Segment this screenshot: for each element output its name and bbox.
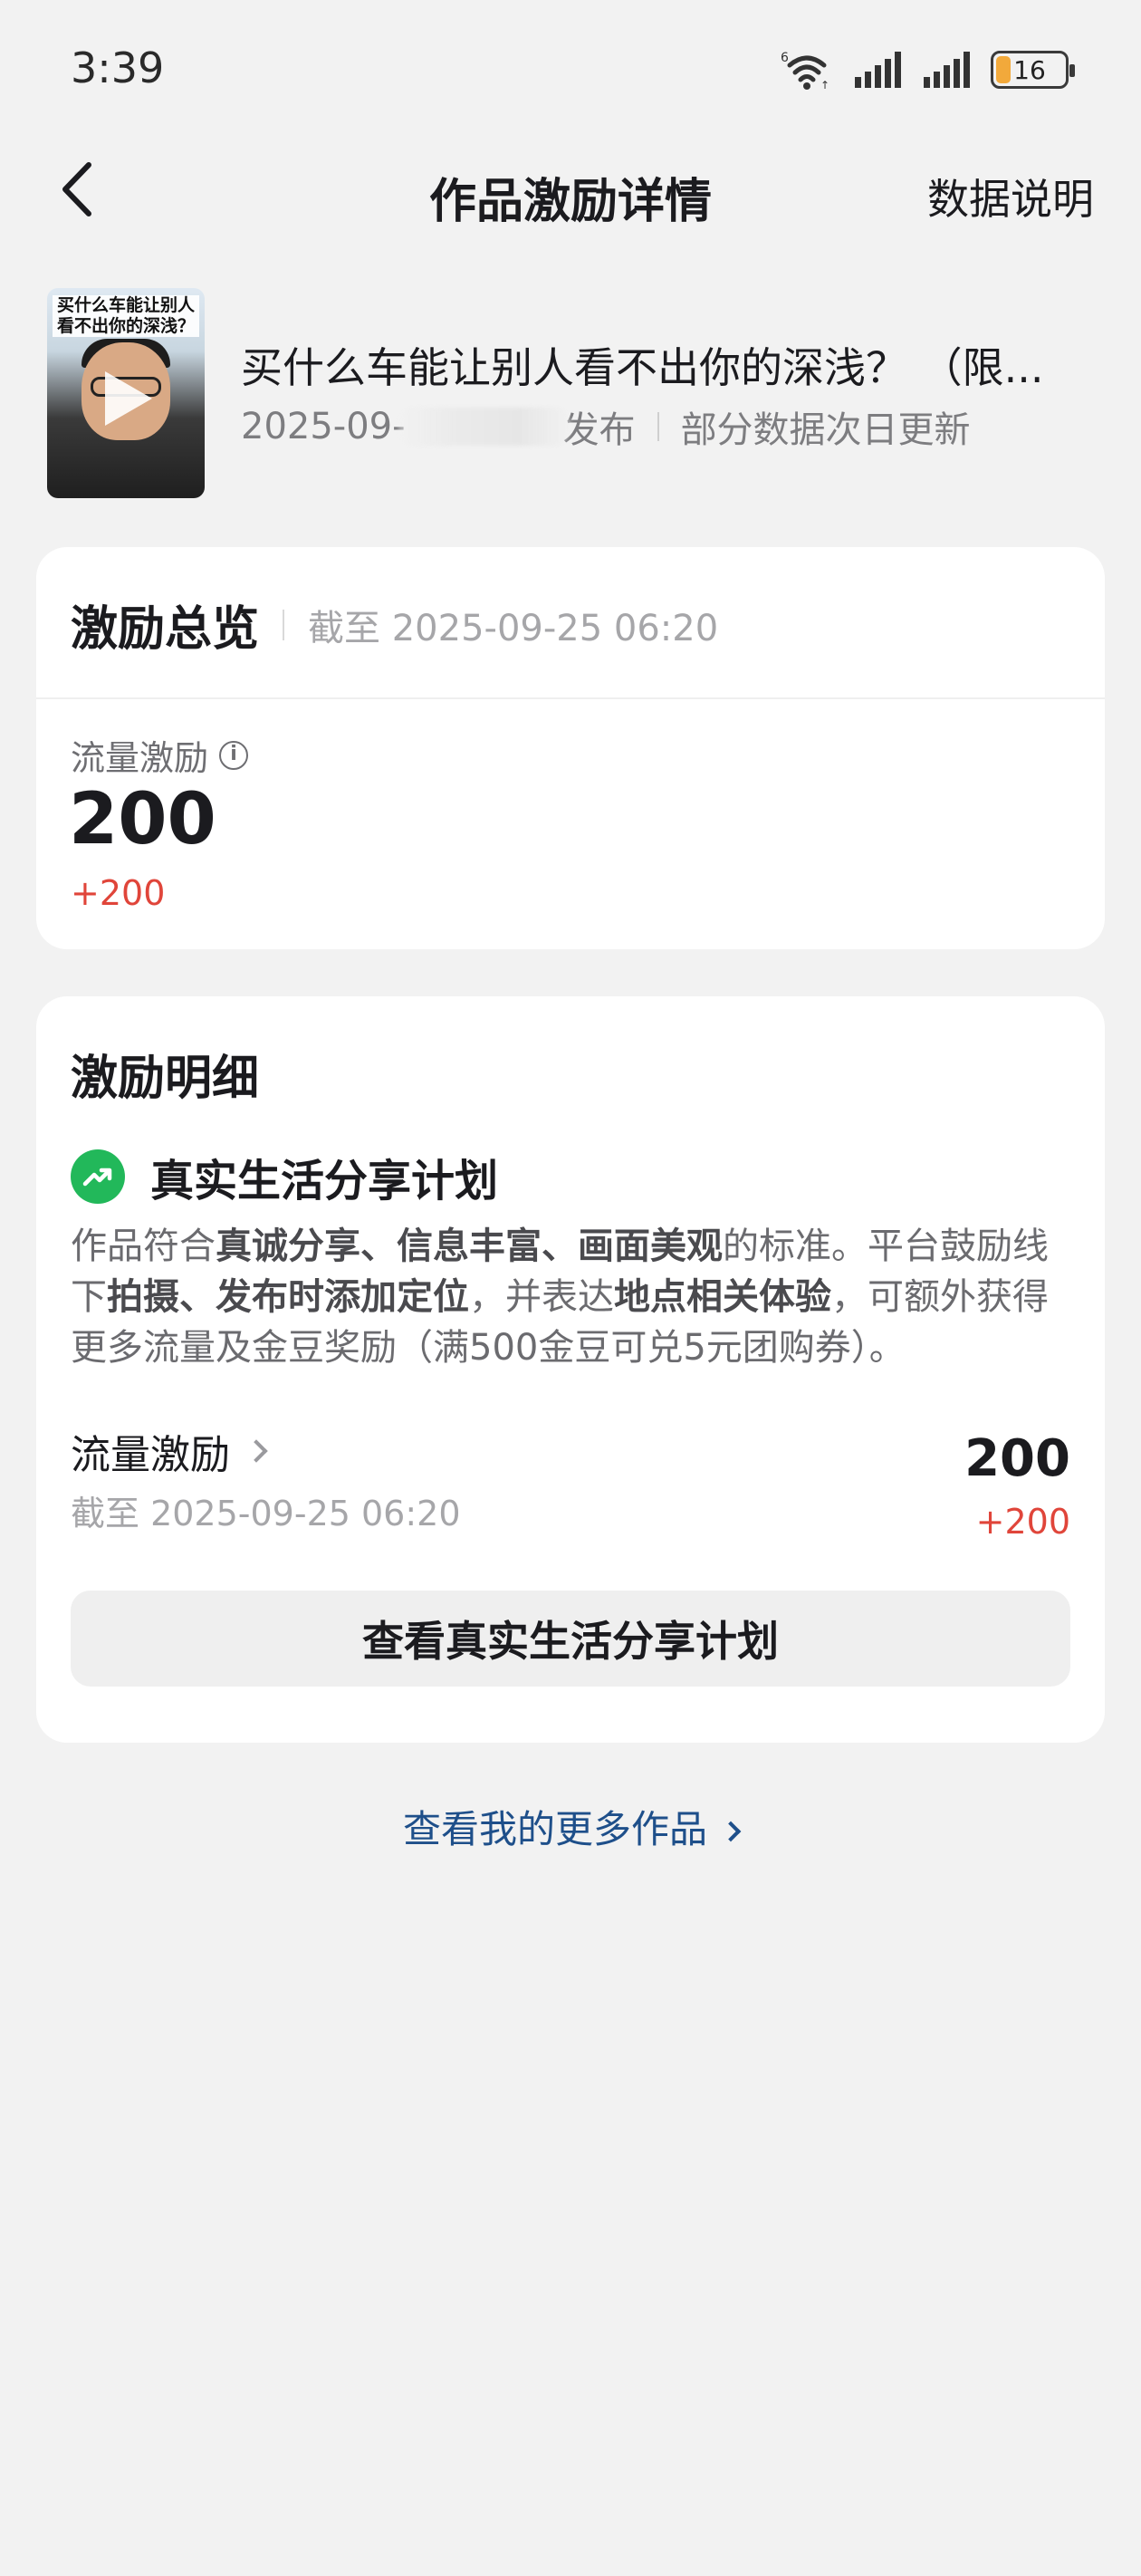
incentive-detail-card: 激励明细 真实生活分享计划 作品符合真诚分享、信息丰富、画面美观的标准。平台鼓励… (36, 996, 1105, 1743)
data-explanation-link[interactable]: 数据说明 (927, 167, 1094, 226)
work-header: 买什么车能让别人 看不出你的深浅？ 买什么车能让别人看不出你的深浅？ （限...… (47, 288, 1101, 500)
work-title[interactable]: 买什么车能让别人看不出你的深浅？ （限... (241, 335, 1101, 395)
traffic-incentive-delta: +200 (71, 873, 166, 913)
update-note: 部分数据次日更新 (680, 409, 971, 451)
status-time: 3:39 (71, 43, 165, 92)
traffic-incentive-detail-delta: +200 (975, 1502, 1070, 1542)
chevron-right-icon (244, 1439, 268, 1463)
plan-row: 真实生活分享计划 (71, 1145, 498, 1208)
svg-text:6: 6 (781, 51, 789, 65)
divider (36, 697, 1105, 699)
plan-name: 真实生活分享计划 (150, 1156, 499, 1206)
more-works-link[interactable]: 查看我的更多作品 (0, 1799, 1141, 1854)
divider (657, 412, 659, 441)
wifi-6-icon: 6 ↑ (781, 51, 829, 91)
traffic-incentive-date: 截至 2025-09-25 06:20 (71, 1494, 461, 1533)
battery-icon: 16 (991, 51, 1075, 89)
play-icon (105, 371, 152, 426)
detail-header: 激励明细 (71, 1040, 259, 1108)
trending-up-icon (71, 1149, 125, 1204)
view-plan-button[interactable]: 查看真实生活分享计划 (71, 1591, 1070, 1687)
traffic-incentive-label: 流量激励 i (71, 730, 249, 780)
chevron-right-icon (720, 1821, 742, 1842)
signal-icon (855, 52, 901, 88)
chevron-left-icon (62, 162, 91, 216)
publish-label: 发布 (562, 409, 636, 451)
detail-title: 激励明细 (71, 1052, 260, 1106)
plan-description: 作品符合真诚分享、信息丰富、画面美观的标准。平台鼓励线下拍摄、发布时添加定位，并… (71, 1226, 1049, 1369)
traffic-incentive-detail-value: 200 (964, 1429, 1070, 1488)
incentive-overview-card: 激励总览 截至 2025-09-25 06:20 流量激励 i 200 +200 (36, 547, 1105, 949)
publish-date: 2025-09- (241, 406, 406, 447)
signal-icon (924, 52, 970, 88)
traffic-incentive-value: 200 (69, 779, 216, 860)
overview-title: 激励总览 (71, 602, 260, 657)
video-thumbnail[interactable]: 买什么车能让别人 看不出你的深浅？ (47, 288, 205, 498)
overview-as-of: 截至 2025-09-25 06:20 (308, 607, 719, 649)
nav-bar: 作品激励详情 数据说明 (0, 136, 1141, 245)
divider (283, 609, 285, 640)
work-meta: 2025-09- 发布 部分数据次日更新 (241, 400, 1101, 453)
thumbnail-caption: 买什么车能让别人 看不出你的深浅？ (53, 295, 199, 337)
battery-level: 16 (1013, 54, 1046, 85)
status-icons: 6 ↑ 16 (781, 47, 1075, 92)
traffic-incentive-link[interactable]: 流量激励 (71, 1422, 268, 1480)
redacted-mask (398, 408, 570, 446)
info-icon[interactable]: i (219, 740, 249, 770)
svg-text:↑: ↑ (820, 79, 829, 91)
status-bar: 3:39 6 ↑ 16 (0, 0, 1141, 136)
overview-header: 激励总览 截至 2025-09-25 06:20 (71, 591, 718, 658)
back-button[interactable] (53, 158, 107, 221)
